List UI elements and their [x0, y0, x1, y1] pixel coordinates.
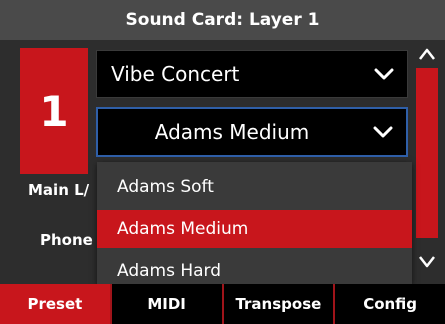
scroll-up-icon[interactable] [414, 44, 440, 64]
chevron-down-icon [374, 68, 394, 80]
variant-select-value: Adams Medium [154, 120, 310, 144]
dropdown-option-selected[interactable]: Adams Medium [97, 210, 412, 248]
tab-preset[interactable]: Preset [0, 284, 112, 324]
scroll-thumb[interactable] [416, 68, 438, 238]
scrollbar[interactable] [414, 40, 440, 284]
preset-select[interactable]: Vibe Concert [96, 50, 408, 98]
preset-select-value: Vibe Concert [111, 62, 240, 86]
tab-midi[interactable]: MIDI [111, 284, 224, 324]
dropdown-option[interactable]: Adams Soft [97, 168, 412, 206]
scroll-down-icon[interactable] [414, 252, 440, 272]
chevron-down-icon [373, 126, 393, 138]
layer-number-badge[interactable]: 1 [20, 48, 88, 174]
bottom-tab-bar: Preset MIDI Transpose Config [0, 284, 445, 324]
variant-dropdown-list: Adams Soft Adams Medium Adams Hard [97, 162, 412, 284]
variant-select[interactable]: Adams Medium [96, 107, 408, 157]
phone-row-label: Phone [40, 231, 93, 249]
tab-config[interactable]: Config [335, 284, 445, 324]
window-title: Sound Card: Layer 1 [0, 0, 445, 40]
main-row-label: Main L/ [28, 181, 90, 199]
tab-transpose[interactable]: Transpose [223, 284, 336, 324]
